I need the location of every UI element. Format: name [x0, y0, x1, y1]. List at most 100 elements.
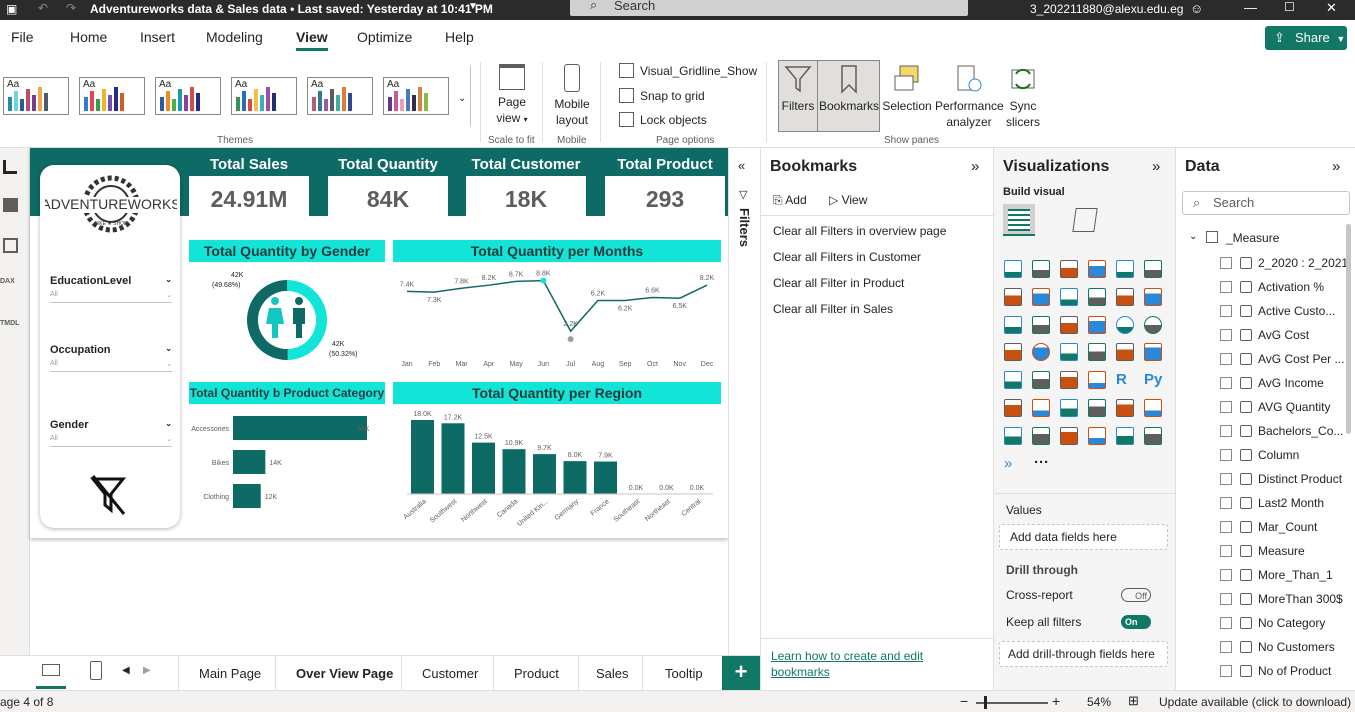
tab-over-view-page[interactable]: Over View Page: [280, 666, 414, 693]
build-visual-tab[interactable]: [1003, 204, 1035, 236]
map-visual-icon[interactable]: [1032, 343, 1050, 362]
arcgis-visual-icon[interactable]: [1060, 426, 1078, 445]
menu-insert[interactable]: Insert: [140, 29, 175, 45]
field-checkbox[interactable]: [1220, 305, 1232, 317]
minimize-icon[interactable]: —: [1244, 0, 1257, 15]
field-item[interactable]: No Customers: [1258, 640, 1335, 654]
tab-customer[interactable]: Customer: [422, 666, 478, 681]
power-apps-visual-icon[interactable]: [1004, 426, 1022, 445]
occupation-slicer[interactable]: Occupation ⌄ All ⌄: [50, 344, 172, 372]
education-slicer[interactable]: EducationLevel ⌄ All ⌄: [50, 275, 172, 303]
tab-sales[interactable]: Sales: [596, 666, 629, 681]
metrics-visual-icon[interactable]: [1116, 399, 1134, 417]
theme-option[interactable]: Aa: [155, 77, 221, 115]
clear-filter-icon[interactable]: [90, 474, 130, 516]
field-checkbox[interactable]: [1220, 257, 1232, 269]
zoom-slider-thumb[interactable]: [984, 696, 987, 709]
measure-table-name[interactable]: _Measure: [1226, 231, 1279, 245]
lock-checkbox[interactable]: Lock objects: [619, 112, 707, 127]
stacked-area-visual-icon[interactable]: [1060, 287, 1078, 306]
performance-analyzer-button[interactable]: Performance analyzer: [935, 64, 1004, 130]
view-bookmark-button[interactable]: ▷ View: [829, 193, 867, 207]
theme-option[interactable]: Aa: [307, 77, 373, 115]
learn-bookmarks-link[interactable]: Learn how to create and edit bookmarks: [771, 648, 923, 680]
field-item[interactable]: AvG Income: [1258, 376, 1324, 390]
zoom-out-button[interactable]: −: [960, 693, 968, 709]
field-checkbox[interactable]: [1220, 329, 1232, 341]
stacked-bar-visual-icon[interactable]: [1004, 260, 1022, 278]
bookmark-item[interactable]: Clear all Filters in overview page: [773, 224, 946, 238]
tab-main-page[interactable]: Main Page: [199, 666, 261, 681]
theme-option[interactable]: Aa: [383, 77, 449, 115]
field-checkbox[interactable]: [1220, 665, 1232, 677]
field-item[interactable]: 2_2020 : 2_2021: [1258, 256, 1348, 270]
slicer-chevron-icon[interactable]: ⌄: [165, 275, 172, 284]
redo-icon[interactable]: ↷: [66, 1, 76, 15]
gender-slicer[interactable]: Gender ⌄ All ⌄: [50, 419, 172, 447]
line-visual-icon[interactable]: [1004, 287, 1022, 306]
paginated-visual-icon[interactable]: [1144, 399, 1162, 417]
funnel-visual-icon[interactable]: [1060, 315, 1078, 334]
field-checkbox[interactable]: [1220, 593, 1232, 605]
ribbon-visual-icon[interactable]: [1004, 315, 1022, 334]
bookmark-item[interactable]: Clear all Filters in Customer: [773, 250, 921, 264]
more-visuals-icon[interactable]: ···: [1034, 454, 1049, 471]
key-influencers-visual-icon[interactable]: [1004, 399, 1022, 417]
multirow-card-visual-icon[interactable]: [1004, 371, 1022, 390]
bookmark-item[interactable]: Clear all Filter in Product: [773, 276, 904, 290]
clustered-bar-visual-icon[interactable]: [1060, 260, 1078, 278]
field-checkbox[interactable]: [1220, 425, 1232, 437]
matrix-visual-icon[interactable]: [1088, 371, 1106, 390]
field-item[interactable]: AVG Quantity: [1258, 400, 1330, 414]
report-view-icon[interactable]: [3, 160, 17, 174]
scatter-visual-icon[interactable]: [1088, 315, 1106, 334]
qa-visual-icon[interactable]: [1060, 399, 1078, 417]
chevron-visual-icon[interactable]: »: [1004, 455, 1022, 473]
format-visual-tab-icon[interactable]: [1072, 208, 1098, 232]
field-checkbox[interactable]: [1220, 521, 1232, 533]
dropdown-chevron-icon[interactable]: ⌄: [166, 360, 172, 368]
treemap-visual-icon[interactable]: [1004, 343, 1022, 362]
menu-file[interactable]: File: [11, 29, 34, 45]
field-item[interactable]: Bachelors_Co...: [1258, 424, 1343, 438]
gender-donut-visual[interactable]: Total Quantity by Gender 42K (49.68%) 42…: [189, 240, 385, 373]
theme-option[interactable]: Aa: [79, 77, 145, 115]
data-search-input[interactable]: ⌕ Search: [1182, 191, 1350, 215]
clustered-column-visual-icon[interactable]: [1088, 260, 1106, 278]
account-name[interactable]: 3_202211880@alexu.edu.eg: [1030, 2, 1183, 16]
stacked-column-visual-icon[interactable]: [1032, 260, 1050, 278]
share-button[interactable]: ⇪ Share ▼: [1265, 26, 1347, 50]
field-checkbox[interactable]: [1220, 377, 1232, 389]
field-checkbox[interactable]: [1220, 617, 1232, 629]
shape-map-visual-icon[interactable]: [1116, 426, 1134, 445]
menu-help[interactable]: Help: [445, 29, 474, 45]
add-page-button[interactable]: +: [722, 656, 760, 690]
add-bookmark-button[interactable]: ⎘ Add: [773, 193, 807, 208]
donut-visual-icon[interactable]: [1144, 315, 1162, 334]
expand-chevron-icon[interactable]: «: [738, 158, 745, 173]
dropdown-chevron-icon[interactable]: ⌄: [166, 291, 172, 299]
bookmark-item[interactable]: Clear all Filter in Sales: [773, 302, 893, 316]
drill-through-drop-zone[interactable]: Add drill-through fields here: [999, 641, 1168, 667]
category-bar-visual[interactable]: Total Quantity b Product Category Access…: [189, 382, 385, 530]
account-icon[interactable]: ☺: [1190, 1, 1203, 16]
update-notice[interactable]: Update available (click to download): [1159, 695, 1351, 709]
table-view-icon[interactable]: [3, 198, 18, 212]
region-column-visual[interactable]: Total Quantity per Region 18.0K Australia…: [393, 382, 721, 530]
page-view-button[interactable]: Page view ▾: [492, 64, 532, 128]
gridlines-checkbox[interactable]: Visual_Gridline_Show: [619, 63, 757, 78]
search-box[interactable]: ⌕ Search: [570, 0, 968, 16]
save-icon[interactable]: ▣: [6, 2, 17, 16]
field-checkbox[interactable]: [1220, 641, 1232, 653]
dax-query-icon[interactable]: DAX: [0, 278, 15, 285]
field-item[interactable]: AvG Cost Per ...: [1258, 352, 1344, 366]
line-clustered-visual-icon[interactable]: [1144, 287, 1162, 306]
collapse-chevron-icon[interactable]: »: [971, 158, 979, 175]
desktop-layout-button[interactable]: [36, 656, 66, 689]
collapse-chevron-icon[interactable]: »: [1332, 158, 1340, 175]
maximize-icon[interactable]: ☐: [1284, 0, 1295, 14]
gauge-visual-icon[interactable]: [1116, 343, 1134, 362]
mobile-layout-tab-icon[interactable]: [90, 661, 102, 680]
waterfall-visual-icon[interactable]: [1032, 315, 1050, 334]
field-item[interactable]: Distinct Product: [1258, 472, 1342, 486]
